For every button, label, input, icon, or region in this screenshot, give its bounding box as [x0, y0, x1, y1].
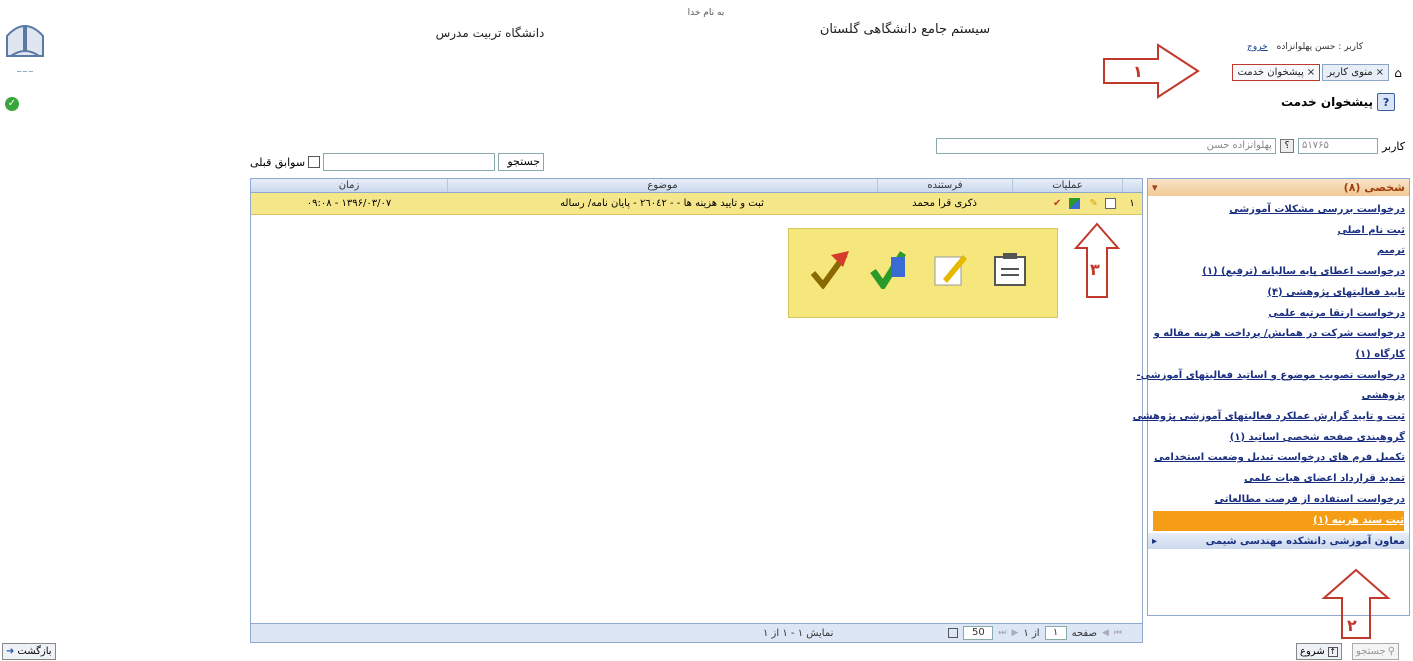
basmala-text: به نام خدا: [687, 8, 725, 18]
start-icon: ↑: [1327, 646, 1338, 657]
header-sender[interactable]: فرستنده: [877, 179, 1012, 192]
search-input[interactable]: [323, 153, 496, 171]
row-time: ۱۳۹۶/۰۳/۰۷ - ۰۹:۰۸: [306, 198, 392, 209]
tab-label: منوی کاربر: [1327, 67, 1373, 78]
chevron-right-icon[interactable]: ▸: [1152, 536, 1157, 547]
svg-text:~~~: ~~~: [16, 68, 34, 76]
page-size-icon[interactable]: [948, 628, 959, 638]
view-icon: [994, 253, 1026, 286]
tab-service-desk[interactable]: × پیشخوان خدمت: [1232, 64, 1321, 81]
system-title: سیستم جامع دانشگاهی گلستان: [819, 22, 991, 37]
prev-page-icon[interactable]: ◀: [1102, 628, 1109, 638]
annotation-label-3: ۳: [1090, 260, 1100, 279]
back-button[interactable]: ➜ بازگشت: [2, 643, 56, 660]
close-icon[interactable]: ×: [1307, 65, 1315, 80]
sidebar-header[interactable]: شخصی (۸) ▾: [1148, 179, 1409, 196]
search-label: جستجو: [498, 153, 545, 171]
history-checkbox[interactable]: [308, 156, 321, 168]
university-logo: ~~~: [3, 12, 47, 82]
chevron-down-icon[interactable]: ▾: [1152, 181, 1158, 194]
home-icon[interactable]: ⌂: [1391, 66, 1405, 80]
page-title: پیشخوان خدمت: [1280, 95, 1373, 109]
sidebar-item[interactable]: درخواست ارتقا مرتبه علمی: [1148, 304, 1409, 325]
row-sender: ذکری قرا محمد: [912, 198, 977, 209]
back-arrow-icon: ➜: [6, 646, 15, 657]
zoomed-icons-panel: [788, 228, 1058, 318]
header-num: [1122, 179, 1142, 192]
last-page-icon[interactable]: ⏭: [998, 628, 1006, 638]
close-icon[interactable]: ×: [1376, 65, 1384, 80]
tab-user-menu[interactable]: × منوی کاربر: [1322, 64, 1389, 81]
edit-icon[interactable]: ✎: [1087, 198, 1097, 209]
logout-link[interactable]: خروج: [1247, 42, 1268, 52]
search-row: جستجو سوابق قبلی: [250, 153, 545, 171]
tab-label: پیشخوان خدمت: [1237, 67, 1304, 78]
sidebar-item[interactable]: ثبت نام اصلی: [1148, 221, 1409, 242]
first-page-icon[interactable]: ⏮: [1114, 628, 1122, 638]
start-label: شروع: [1300, 646, 1325, 657]
annotation-label-2: ۲: [1347, 616, 1357, 635]
display-count: نمایش ۱ - ۱ از ۱: [763, 627, 834, 639]
annotation-arrow-1: [1103, 43, 1200, 99]
row-subject: ثبت و تایید هزینه ها - - ٢٦٠٤٢ - پایان ن…: [560, 198, 764, 209]
sidebar-item[interactable]: درخواست تصویب موضوع و اساتید فعالیتهای آ…: [1136, 366, 1409, 387]
approve-icon: [870, 251, 906, 289]
check-icon: ✓: [5, 97, 19, 111]
approve-icon[interactable]: [1068, 197, 1080, 209]
binoculars-icon: ⚲: [1387, 646, 1396, 657]
sidebar-item[interactable]: تایید فعالیتهای پژوهشی (۴): [1148, 283, 1409, 304]
next-page-icon[interactable]: ▶: [1012, 628, 1019, 638]
page-input[interactable]: ۱: [1044, 626, 1067, 640]
page-header: ? پیشخوان خدمت: [1281, 93, 1395, 111]
sidebar-item[interactable]: کارگاه (۱): [1148, 345, 1409, 366]
history-label: سوابق قبلی: [250, 155, 306, 169]
table-row[interactable]: ۱ ✎ ✔ ذکری قرا محمد ثبت و تایید هزینه ها…: [251, 193, 1142, 215]
sidebar-item[interactable]: درخواست استفاده از فرصت مطالعاتی: [1148, 490, 1409, 511]
back-label: بازگشت: [17, 646, 52, 657]
sidebar-item[interactable]: درخواست شرکت در همایش/ پرداخت هزینه مقال…: [1148, 324, 1409, 345]
sidebar: شخصی (۸) ▾ درخواست بررسی مشکلات آموزشی ث…: [1133, 178, 1410, 616]
tab-bar: ⌂ × منوی کاربر × پیشخوان خدمت: [1232, 64, 1405, 81]
page-size-input[interactable]: 50: [963, 626, 994, 640]
help-icon[interactable]: ?: [1377, 93, 1395, 111]
sidebar-item[interactable]: درخواست بررسی مشکلات آموزشی: [1148, 200, 1409, 221]
return-icon[interactable]: ✔: [1050, 198, 1061, 209]
sidebar-item-selected[interactable]: ثبت سند هزینه (۱): [1153, 510, 1404, 532]
search-button-label: جستجو: [1356, 646, 1386, 657]
sidebar-item[interactable]: پژوهشی: [1148, 386, 1409, 407]
sidebar-list: درخواست بررسی مشکلات آموزشی ثبت نام اصلی…: [1133, 196, 1409, 532]
row-number: ۱: [1129, 198, 1135, 209]
sidebar-item[interactable]: ترمیم: [1148, 241, 1409, 262]
sidebar-item[interactable]: درخواست اعطای پایه سالیانه (ترفیع) (۱): [1148, 262, 1409, 283]
view-icon[interactable]: [1105, 197, 1116, 209]
page-label: صفحه: [1071, 627, 1097, 639]
user-info: کاربر : حسن پهلوانزاده خروج: [1247, 42, 1363, 52]
header-time[interactable]: زمان: [251, 179, 447, 192]
user-name-label: کاربر : حسن پهلوانزاده: [1276, 42, 1363, 52]
annotation-label-1: ۱: [1133, 62, 1143, 81]
sidebar-item[interactable]: ثبت و تایید گزارش عملکرد فعالیتهای آموزش…: [1133, 407, 1409, 428]
sidebar-item[interactable]: گروهبندی صفحه شخصی اساتید (۱): [1148, 428, 1409, 449]
university-name: دانشگاه تربیت مدرس: [435, 26, 545, 40]
page-of: از ۱: [1023, 627, 1040, 639]
sidebar-header-label: شخصی (۸): [1343, 181, 1405, 194]
start-button[interactable]: ↑ شروع: [1296, 643, 1342, 660]
sidebar-footer-group[interactable]: معاون آموزشی دانشکده مهندسی شیمی ▸: [1148, 533, 1409, 550]
grid-header: عملیات فرستنده موضوع زمان: [251, 179, 1142, 193]
user-code-field[interactable]: ۵۱۷۶۵: [1297, 138, 1378, 154]
user-name-field[interactable]: پهلوانزاده حسن: [935, 138, 1276, 154]
header-subject[interactable]: موضوع: [447, 179, 877, 192]
user-label: کاربر: [1381, 139, 1405, 153]
search-button[interactable]: ⚲ جستجو: [1352, 643, 1400, 660]
return-icon: [810, 251, 849, 289]
lookup-button[interactable]: ؟: [1279, 139, 1294, 153]
edit-icon: [934, 255, 967, 286]
user-row: کاربر ۵۱۷۶۵ ؟ پهلوانزاده حسن: [935, 138, 1405, 154]
grid-pager: ⏮ ◀ صفحه ۱ از ۱ ▶ ⏭ 50 نمایش ۱ - ۱ از ۱: [251, 623, 1142, 642]
row-operations: ✎ ✔: [1012, 197, 1122, 210]
header-ops[interactable]: عملیات: [1012, 179, 1122, 192]
sidebar-item[interactable]: تمدید قرارداد اعضای هیات علمی: [1148, 469, 1409, 490]
sidebar-item[interactable]: تکمیل فرم های درخواست تبدیل وضعیت استخدا…: [1148, 448, 1409, 469]
sidebar-footer-label: معاون آموزشی دانشکده مهندسی شیمی: [1205, 535, 1405, 547]
